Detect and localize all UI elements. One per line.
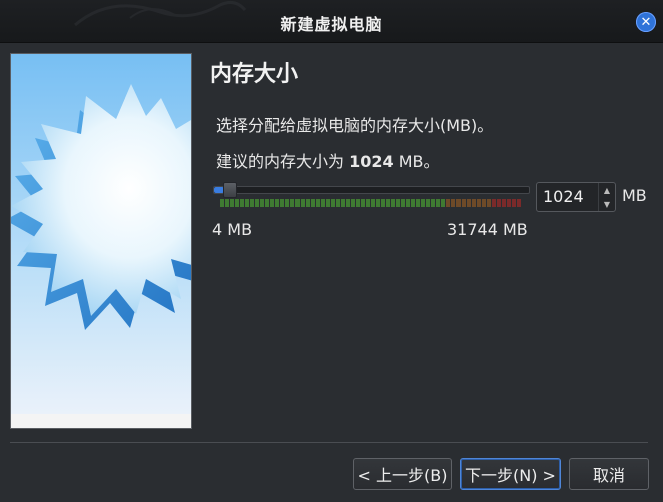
scale-segment [325, 199, 330, 207]
scale-segment [461, 199, 466, 207]
scale-segment [360, 199, 365, 207]
scale-segment [275, 199, 280, 207]
scale-segment [451, 199, 456, 207]
scale-segment [391, 199, 396, 207]
scale-segment [421, 199, 426, 207]
recommendation-value: 1024 [349, 152, 394, 171]
starburst-graphic-icon [11, 54, 191, 428]
scale-segment [285, 199, 290, 207]
next-button[interactable]: 下一步(N) > [460, 458, 561, 490]
scale-segment [235, 199, 240, 207]
scale-segment [310, 199, 315, 207]
scale-segment [516, 199, 521, 207]
memory-unit-label: MB [622, 186, 647, 205]
scale-segment [270, 199, 275, 207]
scale-segment [406, 199, 411, 207]
spinbox-arrows: ▲ ▼ [598, 183, 615, 211]
memory-scale-bar [220, 199, 522, 207]
scale-segment [300, 199, 305, 207]
scale-segment [230, 199, 235, 207]
back-button[interactable]: < 上一步(B) [353, 458, 452, 490]
title-bar: 新建虚拟电脑 ✕ [0, 0, 663, 43]
scale-segment [486, 199, 491, 207]
scale-segment [491, 199, 496, 207]
memory-min-label: 4 MB [212, 220, 253, 239]
recommendation-suffix: MB。 [393, 152, 440, 171]
scale-segment [330, 199, 335, 207]
page-title: 内存大小 [210, 62, 299, 87]
scale-segment [431, 199, 436, 207]
scale-segment [345, 199, 350, 207]
scale-segment [375, 199, 380, 207]
scale-segment [295, 199, 300, 207]
scale-segment [506, 199, 511, 207]
scale-segment [340, 199, 345, 207]
scale-segment [315, 199, 320, 207]
scale-segment [265, 199, 270, 207]
scale-segment [305, 199, 310, 207]
scale-segment [355, 199, 360, 207]
scale-segment [240, 199, 245, 207]
recommended-memory-text: 建议的内存大小为 1024 MB。 [216, 148, 440, 172]
scale-segment [456, 199, 461, 207]
scale-segment [396, 199, 401, 207]
memory-spinbox[interactable]: 1024 ▲ ▼ [536, 182, 616, 212]
scale-segment [370, 199, 375, 207]
scale-segment [401, 199, 406, 207]
memory-description: 选择分配给虚拟电脑的内存大小(MB)。 [216, 116, 494, 135]
scale-segment [250, 199, 255, 207]
scale-segment [290, 199, 295, 207]
memory-value-input[interactable]: 1024 [543, 187, 584, 206]
scale-segment [280, 199, 285, 207]
scale-segment [481, 199, 486, 207]
wizard-banner-image [10, 53, 192, 429]
memory-max-label: 31744 MB [447, 220, 528, 239]
scale-segment [416, 199, 421, 207]
scale-segment [436, 199, 441, 207]
scale-segment [225, 199, 230, 207]
scale-segment [320, 199, 325, 207]
scale-segment [335, 199, 340, 207]
scale-segment [365, 199, 370, 207]
scale-segment [426, 199, 431, 207]
memory-slider-handle[interactable] [223, 182, 237, 198]
scale-segment [441, 199, 446, 207]
scale-segment [496, 199, 501, 207]
scale-segment [381, 199, 386, 207]
footer-divider [10, 442, 648, 443]
scale-segment [260, 199, 265, 207]
scale-segment [245, 199, 250, 207]
close-button[interactable]: ✕ [636, 12, 656, 32]
scale-segment [466, 199, 471, 207]
scale-segment [511, 199, 516, 207]
scale-segment [411, 199, 416, 207]
close-icon: ✕ [640, 14, 652, 30]
recommendation-prefix: 建议的内存大小为 [216, 152, 350, 171]
scale-segment [350, 199, 355, 207]
window-title: 新建虚拟电脑 [280, 15, 383, 34]
scale-segment [255, 199, 260, 207]
spin-up-icon[interactable]: ▲ [599, 183, 615, 197]
scale-segment [476, 199, 481, 207]
spin-down-icon[interactable]: ▼ [599, 197, 615, 211]
scale-segment [220, 199, 225, 207]
cancel-button[interactable]: 取消 [569, 458, 649, 490]
memory-slider-track[interactable] [213, 186, 530, 194]
scale-segment [501, 199, 506, 207]
scale-segment [471, 199, 476, 207]
scale-segment [446, 199, 451, 207]
scale-segment [386, 199, 391, 207]
